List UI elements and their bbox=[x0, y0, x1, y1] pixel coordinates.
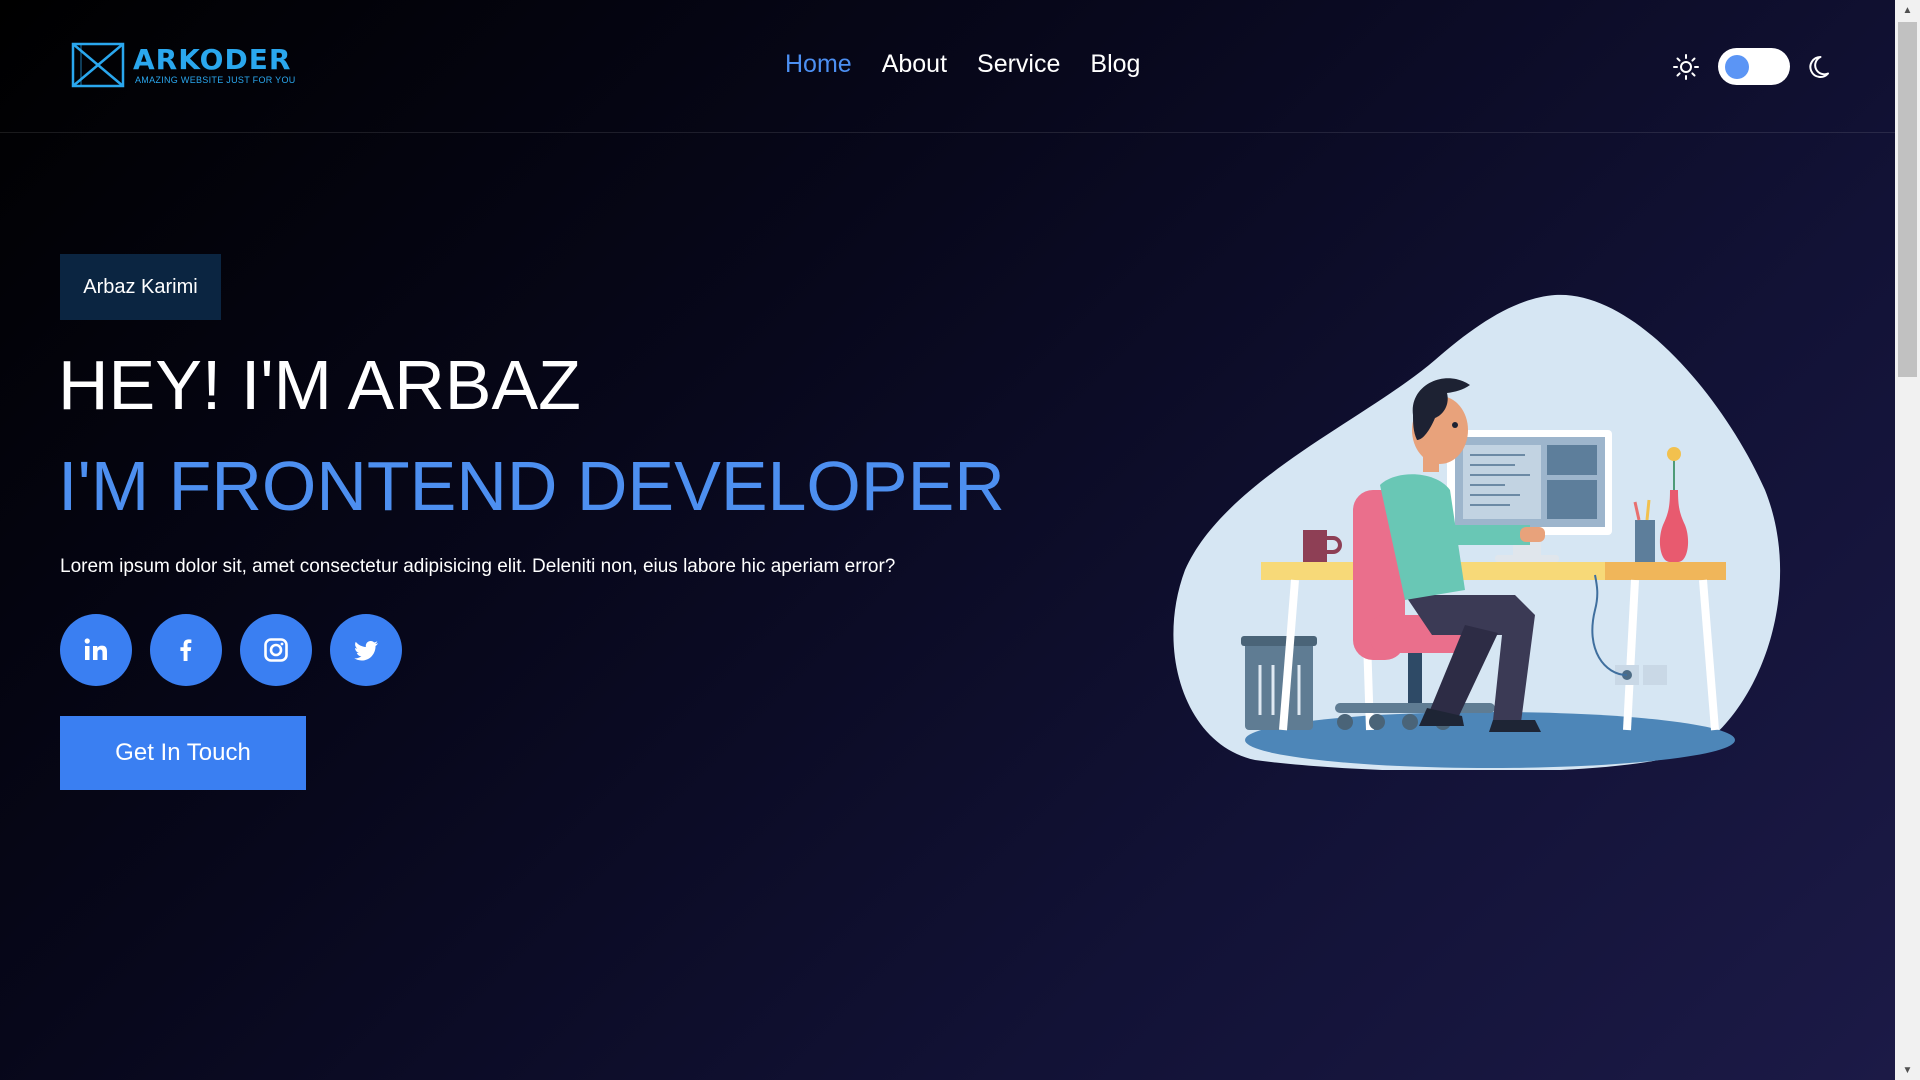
instagram-icon bbox=[264, 638, 288, 662]
main-nav: Home About Service Blog bbox=[785, 50, 1140, 79]
social-links bbox=[60, 614, 402, 686]
nav-item-about[interactable]: About bbox=[882, 50, 947, 79]
brand-logo[interactable]: ARKODER AMAZING WEBSITE JUST FOR YOU bbox=[71, 42, 296, 88]
page-scrollbar[interactable]: ▲ ▼ bbox=[1895, 0, 1920, 1080]
linkedin-button[interactable] bbox=[60, 614, 132, 686]
name-badge: Arbaz Karimi bbox=[60, 254, 221, 320]
scroll-down-arrow-icon[interactable]: ▼ bbox=[1895, 1060, 1920, 1080]
moon-icon[interactable] bbox=[1808, 53, 1836, 81]
facebook-button[interactable] bbox=[150, 614, 222, 686]
logo-mark-icon bbox=[71, 42, 125, 88]
brand-tagline: AMAZING WEBSITE JUST FOR YOU bbox=[135, 75, 296, 85]
twitter-icon bbox=[354, 641, 378, 661]
site-header: ARKODER AMAZING WEBSITE JUST FOR YOU Hom… bbox=[0, 0, 1895, 133]
brand-name: ARKODER bbox=[133, 43, 292, 76]
hero-description: Lorem ipsum dolor sit, amet consectetur … bbox=[60, 556, 896, 577]
brand-text: ARKODER AMAZING WEBSITE JUST FOR YOU bbox=[133, 43, 296, 86]
nav-item-blog[interactable]: Blog bbox=[1090, 50, 1140, 79]
theme-switcher bbox=[1672, 48, 1836, 85]
instagram-button[interactable] bbox=[240, 614, 312, 686]
scroll-up-arrow-icon[interactable]: ▲ bbox=[1895, 0, 1920, 20]
twitter-button[interactable] bbox=[330, 614, 402, 686]
hero-title: HEY! I'M ARBAZ bbox=[58, 346, 581, 424]
toggle-knob bbox=[1725, 55, 1749, 79]
nav-item-service[interactable]: Service bbox=[977, 50, 1060, 79]
hero-subtitle: I'M FRONTEND DEVELOPER bbox=[58, 447, 1005, 525]
linkedin-icon bbox=[84, 638, 107, 660]
page-viewport: ARKODER AMAZING WEBSITE JUST FOR YOU Hom… bbox=[0, 0, 1895, 1080]
sun-icon[interactable] bbox=[1672, 53, 1700, 81]
scroll-thumb[interactable] bbox=[1898, 22, 1917, 377]
facebook-icon bbox=[180, 639, 192, 661]
get-in-touch-button[interactable]: Get In Touch bbox=[60, 716, 306, 790]
nav-item-home[interactable]: Home bbox=[785, 50, 852, 79]
developer-illustration bbox=[1173, 294, 1781, 770]
theme-toggle[interactable] bbox=[1718, 48, 1790, 85]
